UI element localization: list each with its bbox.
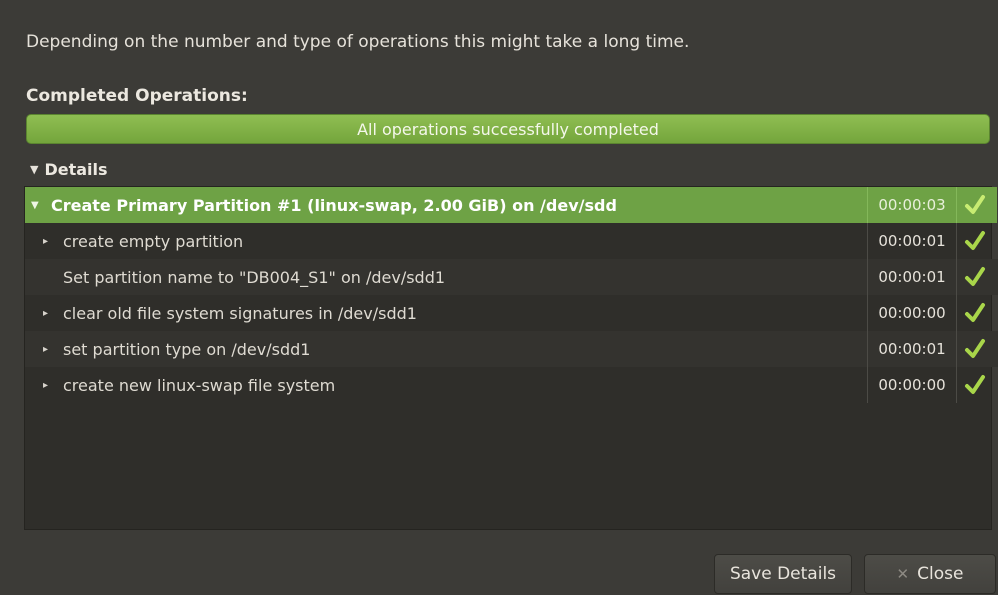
- progress-text: All operations successfully completed: [357, 119, 659, 139]
- close-label: Close: [917, 564, 964, 584]
- expander-icon[interactable]: ▸: [43, 308, 55, 319]
- check-icon: [956, 295, 992, 331]
- check-icon: [956, 259, 992, 295]
- operations-tree[interactable]: ▼ Create Primary Partition #1 (linux-swa…: [24, 186, 998, 530]
- operation-row[interactable]: ▼ Create Primary Partition #1 (linux-swa…: [25, 187, 997, 223]
- operation-name: Create Primary Partition #1 (linux-swap,…: [51, 195, 617, 215]
- operation-name: clear old file system signatures in /dev…: [63, 303, 417, 323]
- operation-row[interactable]: ▸ clear old file system signatures in /d…: [25, 295, 998, 331]
- expander-icon[interactable]: ▸: [43, 236, 55, 247]
- operation-row[interactable]: ▸ create new linux-swap file system 00:0…: [25, 367, 998, 403]
- expander-icon[interactable]: ▼: [31, 200, 43, 211]
- save-details-label: Save Details: [729, 564, 837, 584]
- operation-row[interactable]: ▸ create empty partition 00:00:01: [25, 223, 998, 259]
- check-icon: [956, 187, 992, 223]
- operation-row[interactable]: ▸ set partition type on /dev/sdd1 00:00:…: [25, 331, 998, 367]
- dialog-description: Depending on the number and type of oper…: [26, 32, 690, 52]
- close-button[interactable]: ✕ Close: [864, 554, 996, 594]
- details-label: Details: [44, 160, 108, 179]
- operation-name: set partition type on /dev/sdd1: [63, 339, 311, 359]
- operation-time: 00:00:01: [867, 259, 956, 295]
- operation-name: Set partition name to "DB004_S1" on /dev…: [63, 267, 446, 287]
- operation-time: 00:00:00: [867, 295, 956, 331]
- operation-name: create empty partition: [63, 231, 244, 251]
- expander-icon[interactable]: ▸: [43, 380, 55, 391]
- check-icon: [956, 367, 992, 403]
- operation-row[interactable]: Set partition name to "DB004_S1" on /dev…: [25, 259, 998, 295]
- close-icon: ✕: [896, 565, 910, 583]
- expander-icon[interactable]: ▸: [43, 344, 55, 355]
- operation-time: 00:00:00: [867, 367, 956, 403]
- triangle-down-icon: ▼: [30, 163, 39, 176]
- check-icon: [956, 223, 992, 259]
- completed-operations-label: Completed Operations:: [26, 86, 248, 106]
- save-details-button[interactable]: Save Details: [714, 554, 852, 594]
- operation-time: 00:00:03: [867, 187, 956, 223]
- check-icon: [956, 331, 992, 367]
- details-expander[interactable]: ▼ Details: [30, 160, 108, 179]
- operation-name: create new linux-swap file system: [63, 375, 336, 395]
- operation-time: 00:00:01: [867, 223, 956, 259]
- operation-time: 00:00:01: [867, 331, 956, 367]
- progress-bar: All operations successfully completed: [26, 114, 990, 144]
